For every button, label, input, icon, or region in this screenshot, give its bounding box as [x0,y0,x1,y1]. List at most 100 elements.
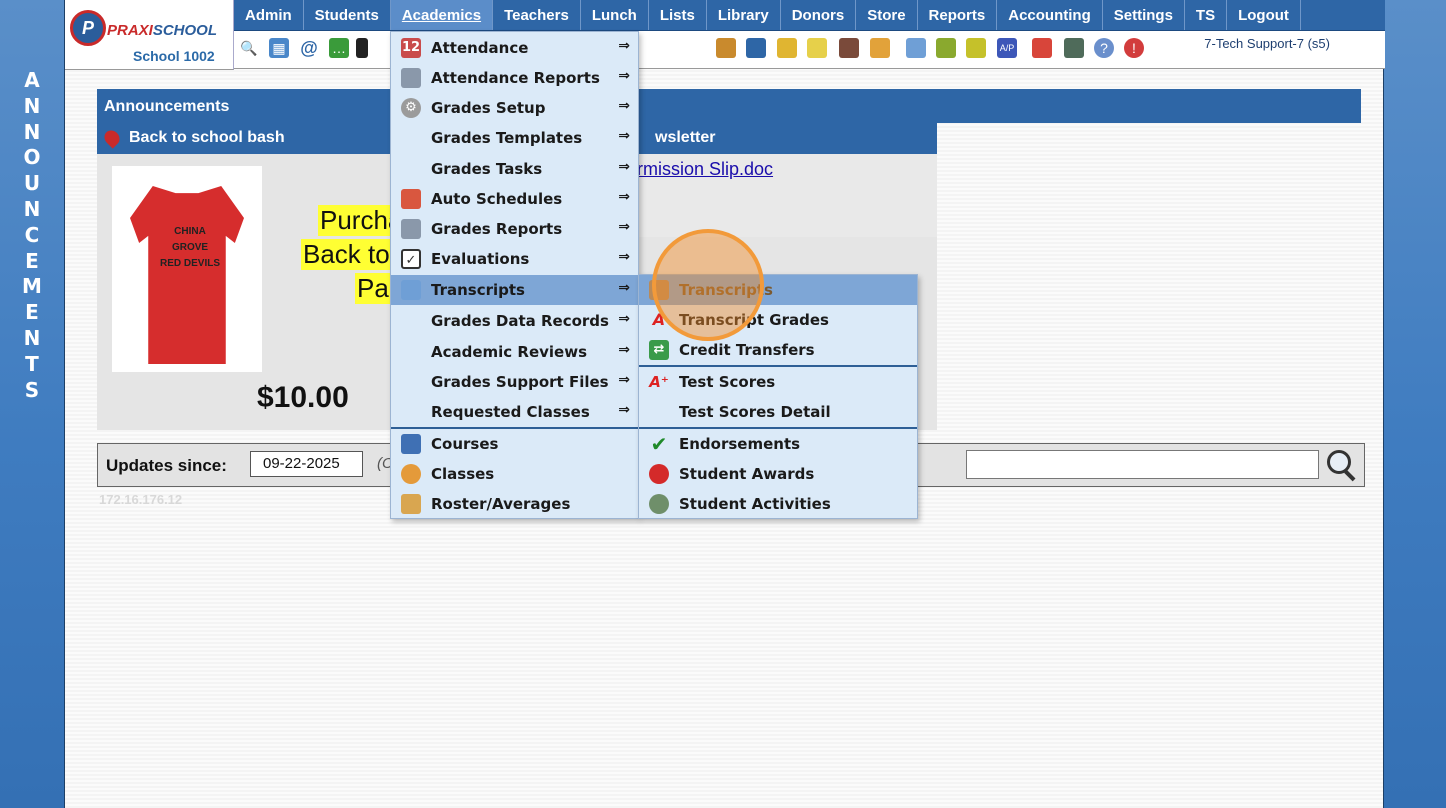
printer-icon[interactable] [966,38,986,58]
menu-item-grades-setup[interactable]: ⚙ Grades Setup ⇒ [391,93,638,123]
menu-item-grades-support-files[interactable]: Grades Support Files ⇒ [391,367,638,397]
report-icon[interactable] [906,38,926,58]
logo-wordmark: PRAXISCHOOL [107,22,218,39]
menu-settings[interactable]: Settings [1103,0,1185,30]
transfer-icon: ⇄ [649,340,669,360]
register-icon[interactable] [1064,38,1084,58]
checkmark-icon: ✔ [650,432,668,456]
person-icon[interactable] [839,38,859,58]
menu-item-academic-reviews[interactable]: Academic Reviews ⇒ [391,337,638,367]
academics-dropdown: 12 Attendance ⇒ Attendance Reports ⇒ ⚙ G… [390,31,639,519]
menu-item-attendance-reports[interactable]: Attendance Reports ⇒ [391,63,638,93]
schedule-icon [401,189,421,209]
lunch-icon[interactable] [716,38,736,58]
tshirt-print: CHINA GROVE RED DEVILS [159,226,220,269]
side-letter: N [23,325,41,350]
menu-academics[interactable]: Academics [390,0,494,30]
menu-accounting[interactable]: Accounting [997,0,1103,30]
menu-admin[interactable]: Admin [234,0,304,30]
side-letter: S [24,377,40,402]
checkbox-icon: ✓ [401,249,421,269]
side-letter: M [22,274,42,299]
chat-icon[interactable]: … [329,38,349,58]
menu-item-classes[interactable]: Classes [391,459,638,489]
grid-icon[interactable]: ▦ [269,38,289,58]
book-icon[interactable] [746,38,766,58]
gear-icon: ⚙ [401,98,421,118]
click-indicator [652,229,764,341]
side-letter: N [23,196,41,221]
pdf-icon[interactable] [1032,38,1052,58]
export-icon[interactable] [807,38,827,58]
card-icon[interactable] [936,38,956,58]
menu-item-courses[interactable]: Courses [391,429,638,459]
menu-item-grades-tasks[interactable]: Grades Tasks ⇒ [391,154,638,184]
announcement-title: Back to school bash [129,129,285,146]
menu-library[interactable]: Library [707,0,781,30]
updates-label: Updates since: [106,456,227,475]
ap-icon[interactable]: A/P [997,38,1017,58]
side-letter: T [25,351,39,376]
menu-item-grades-reports[interactable]: Grades Reports ⇒ [391,214,638,244]
submenu-item-endorsements[interactable]: ✔ Endorsements [639,429,917,459]
side-letter: E [25,300,39,325]
side-letter: N [23,119,41,144]
price: $10.00 [257,381,349,414]
menu-reports[interactable]: Reports [918,0,998,30]
submenu-item-student-awards[interactable]: Student Awards [639,459,917,489]
menu-ts[interactable]: TS [1185,0,1228,30]
email-icon[interactable]: @ [299,38,319,58]
menu-students[interactable]: Students [304,0,391,30]
clock-icon[interactable] [870,38,890,58]
promo-line: Back to [301,239,392,270]
menu-item-grades-data-records[interactable]: Grades Data Records ⇒ [391,306,638,336]
menu-item-auto-schedules[interactable]: Auto Schedules ⇒ [391,184,638,214]
search-button[interactable] [1325,448,1361,482]
search-icon[interactable]: 🔍 [239,38,259,58]
alert-icon[interactable]: ! [1124,38,1144,58]
submenu-item-test-scores-detail[interactable]: Test Scores Detail [639,397,917,427]
menu-lunch[interactable]: Lunch [581,0,649,30]
school-name: School 1002 [133,48,215,64]
scroll-icon [401,280,421,300]
menu-donors[interactable]: Donors [781,0,857,30]
main-menubar: Admin Students Academics Teachers Lunch … [234,0,1385,31]
submenu-item-test-scores[interactable]: A⁺ Test Scores [639,367,917,397]
menu-item-requested-classes[interactable]: Requested Classes ⇒ [391,397,638,427]
ip-address: 172.16.176.12 [99,492,183,507]
menu-logout[interactable]: Logout [1227,0,1301,30]
side-letter: O [23,145,41,170]
side-letter: E [25,248,39,273]
menu-item-roster-averages[interactable]: Roster/Averages [391,489,638,519]
menu-store[interactable]: Store [856,0,918,30]
calendar-icon: 12 [401,38,421,58]
permission-slip-link[interactable]: rmission Slip.doc [637,159,773,180]
submenu-item-student-activities[interactable]: Student Activities [639,489,917,519]
side-letter: U [23,171,41,196]
submenu-item-credit-transfers[interactable]: ⇄ Credit Transfers [639,335,917,365]
newsletter-title: wsletter [655,129,716,146]
tshirt-image: CHINA GROVE RED DEVILS [112,166,262,372]
announcements-header: Announcements [97,89,1361,123]
award-icon [649,464,669,484]
menu-item-grades-templates[interactable]: Grades Templates ⇒ [391,123,638,153]
logo[interactable]: P PRAXISCHOOL School 1002 [65,0,234,70]
pushpin-icon [101,127,123,149]
help-icon[interactable]: ? [1094,38,1114,58]
menu-item-transcripts[interactable]: Transcripts ⇒ [391,275,638,305]
search-input[interactable] [966,450,1319,479]
phone-icon[interactable] [356,38,368,58]
logo-mark: P [70,10,106,46]
printer-icon [401,219,421,239]
updates-date-input[interactable]: 09-22-2025 [250,451,363,477]
side-letter: A [24,68,40,92]
menu-teachers[interactable]: Teachers [493,0,581,30]
menu-lists[interactable]: Lists [649,0,707,30]
book-icon [401,434,421,454]
tshirt-shape [130,186,244,364]
menu-item-evaluations[interactable]: ✓ Evaluations ⇒ [391,244,638,274]
menu-item-attendance[interactable]: 12 Attendance ⇒ [391,33,638,63]
side-letter: N [23,93,41,118]
donate-icon[interactable] [777,38,797,58]
roster-icon [401,494,421,514]
